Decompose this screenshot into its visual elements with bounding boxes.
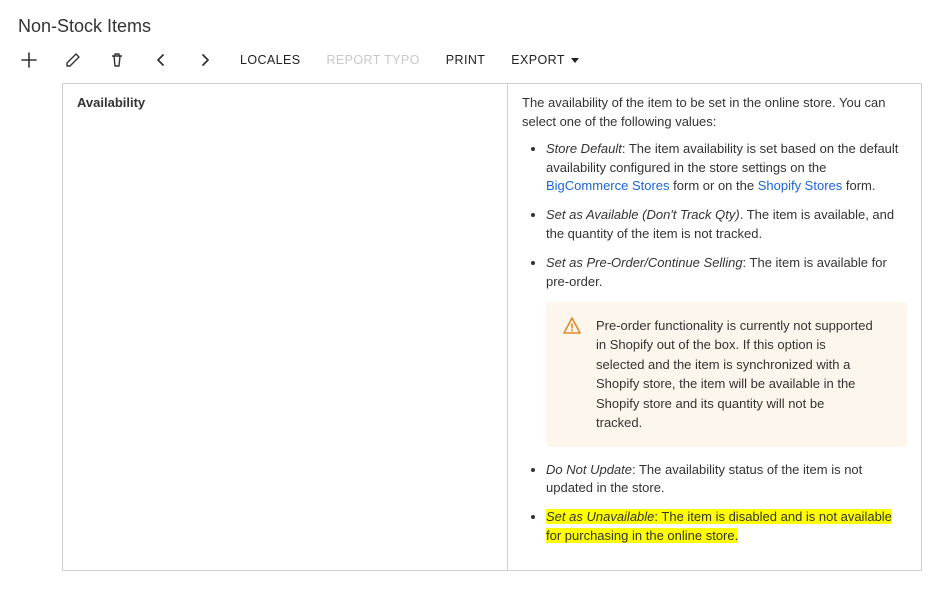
- chevron-down-icon: [571, 58, 579, 63]
- report-typo-button: REPORT TYPO: [326, 53, 419, 67]
- option-text: form.: [842, 178, 875, 193]
- bigcommerce-stores-link[interactable]: BigCommerce Stores: [546, 178, 670, 193]
- definition-table: Availability The availability of the ite…: [62, 83, 922, 571]
- edit-icon[interactable]: [64, 51, 82, 69]
- next-icon[interactable]: [196, 51, 214, 69]
- add-icon[interactable]: [20, 51, 38, 69]
- list-item: Set as Unavailable: The item is disabled…: [546, 508, 907, 546]
- print-button[interactable]: PRINT: [446, 53, 486, 67]
- option-label: Store Default: [546, 141, 622, 156]
- warning-callout: Pre-order functionality is currently not…: [546, 302, 907, 447]
- list-item: Store Default: The item availability is …: [546, 140, 907, 197]
- list-item: Do Not Update: The availability status o…: [546, 461, 907, 499]
- list-item: Set as Available (Don't Track Qty). The …: [546, 206, 907, 244]
- locales-button[interactable]: LOCALES: [240, 53, 300, 67]
- prev-icon[interactable]: [152, 51, 170, 69]
- option-label: Set as Available (Don't Track Qty): [546, 207, 740, 222]
- toolbar: LOCALES REPORT TYPO PRINT EXPORT: [18, 51, 908, 69]
- page-title: Non-Stock Items: [18, 16, 908, 37]
- option-label: Set as Pre-Order/Continue Selling: [546, 255, 743, 270]
- option-text: form or on the: [670, 178, 758, 193]
- export-label: EXPORT: [511, 53, 565, 67]
- row-heading: Availability: [63, 84, 508, 571]
- warning-text: Pre-order functionality is currently not…: [596, 316, 891, 433]
- delete-icon[interactable]: [108, 51, 126, 69]
- warning-icon: [562, 316, 582, 433]
- shopify-stores-link[interactable]: Shopify Stores: [758, 178, 843, 193]
- row-description: The availability of the item to be set i…: [508, 84, 922, 571]
- export-button[interactable]: EXPORT: [511, 53, 579, 67]
- option-label: Do Not Update: [546, 462, 632, 477]
- table-row: Availability The availability of the ite…: [63, 84, 922, 571]
- intro-text: The availability of the item to be set i…: [522, 95, 886, 129]
- list-item: Set as Pre-Order/Continue Selling: The i…: [546, 254, 907, 447]
- option-label: Set as Unavailable: [546, 509, 654, 524]
